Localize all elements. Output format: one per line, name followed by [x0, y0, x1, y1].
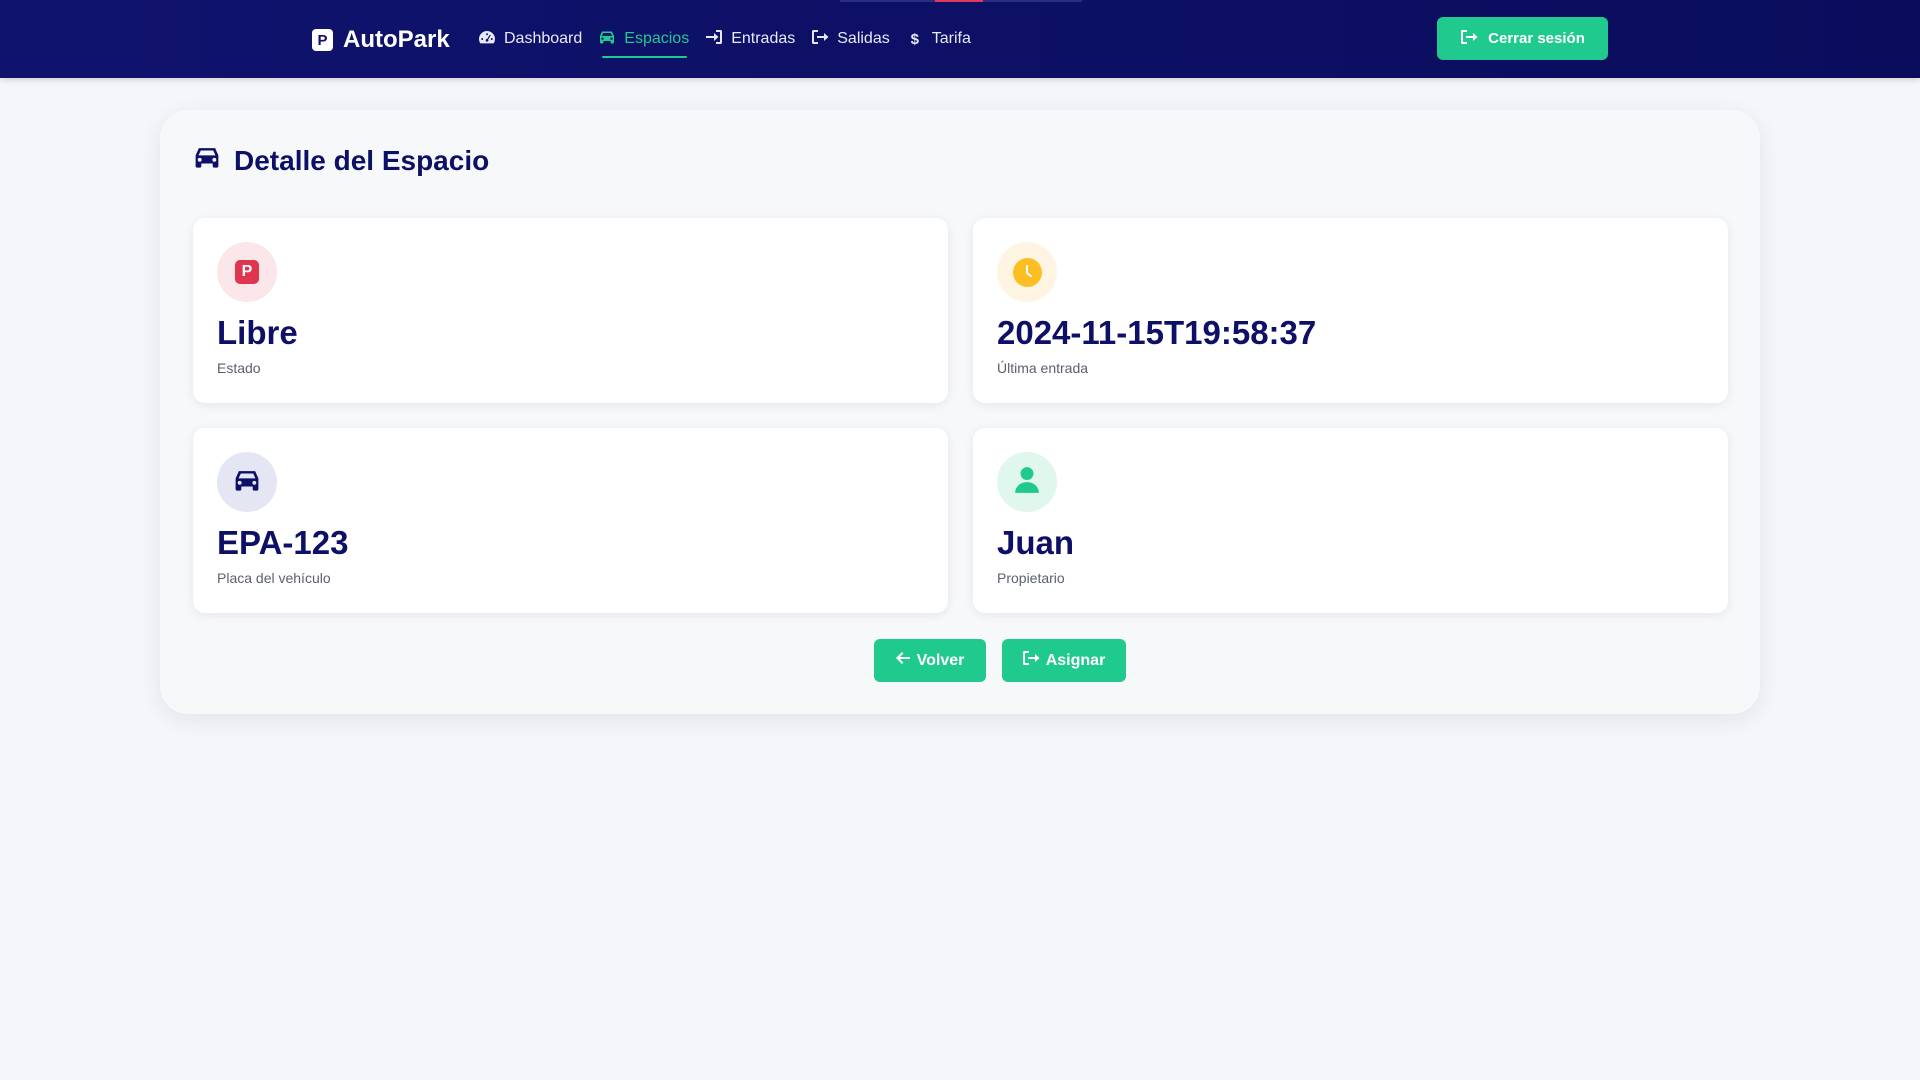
logout-button[interactable]: Cerrar sesión: [1437, 17, 1608, 60]
last-entry-label: Última entrada: [997, 360, 1089, 376]
nav-item-label: Salidas: [837, 30, 890, 47]
sign-out-icon: [811, 29, 829, 49]
nav-item-label: Dashboard: [504, 30, 583, 47]
owner-value: Juan: [997, 524, 1075, 561]
nav-item-espacios[interactable]: Espacios: [590, 0, 697, 78]
back-button[interactable]: Volver: [873, 639, 986, 682]
status-label: Estado: [217, 360, 261, 376]
nav-links: Dashboard Espacios Entradas Salidas $ Ta…: [470, 0, 979, 78]
dashboard-icon: [478, 29, 496, 49]
page-title-text: Detalle del Espacio: [234, 144, 490, 176]
parking-logo-icon: P: [312, 29, 333, 51]
assign-label: Asignar: [1045, 651, 1106, 669]
status-value: Libre: [217, 314, 298, 351]
car-icon: [232, 467, 262, 498]
clock-icon-circle: [997, 242, 1057, 302]
nav-item-dashboard[interactable]: Dashboard: [470, 0, 590, 78]
nav-item-tarifa[interactable]: $ Tarifa: [898, 0, 979, 78]
sign-out-icon: [1022, 650, 1040, 671]
logout-label: Cerrar sesión: [1488, 30, 1585, 47]
clock-icon: [1012, 257, 1042, 287]
brand-logo[interactable]: P AutoPark: [312, 24, 450, 56]
page-title: Detalle del Espacio: [192, 144, 489, 177]
plate-label: Placa del vehículo: [217, 570, 331, 586]
space-detail-panel: Detalle del Espacio P Libre Estado 2024-…: [160, 110, 1760, 714]
user-icon: [1014, 466, 1040, 499]
status-card: P Libre Estado: [193, 218, 948, 403]
parking-icon-circle: P: [217, 242, 277, 302]
assign-button[interactable]: Asignar: [1001, 639, 1126, 682]
brand-name: AutoPark: [343, 26, 450, 53]
nav-item-entradas[interactable]: Entradas: [697, 0, 803, 78]
dollar-icon: $: [910, 30, 919, 48]
nav-item-label: Entradas: [731, 30, 796, 47]
plate-value: EPA-123: [217, 524, 349, 561]
car-icon-circle: [217, 452, 277, 512]
sign-out-icon: [1460, 29, 1478, 49]
last-entry-value: 2024-11-15T19:58:37: [997, 314, 1317, 351]
parking-icon: P: [235, 260, 259, 284]
action-bar: Volver Asignar: [160, 639, 1760, 682]
top-navbar: P AutoPark Dashboard Espacios Entradas S…: [0, 0, 1920, 78]
car-icon: [192, 144, 222, 177]
plate-card: EPA-123 Placa del vehículo: [193, 428, 948, 613]
car-icon: [598, 29, 616, 49]
nav-item-label: Espacios: [624, 30, 690, 47]
arrow-left-icon: [895, 651, 911, 670]
user-icon-circle: [997, 452, 1057, 512]
last-entry-card: 2024-11-15T19:58:37 Última entrada: [973, 218, 1728, 403]
owner-card: Juan Propietario: [973, 428, 1728, 613]
owner-label: Propietario: [997, 570, 1065, 586]
nav-item-salidas[interactable]: Salidas: [803, 0, 897, 78]
nav-item-label: Tarifa: [931, 30, 971, 47]
sign-in-icon: [705, 29, 723, 49]
back-label: Volver: [916, 651, 965, 669]
